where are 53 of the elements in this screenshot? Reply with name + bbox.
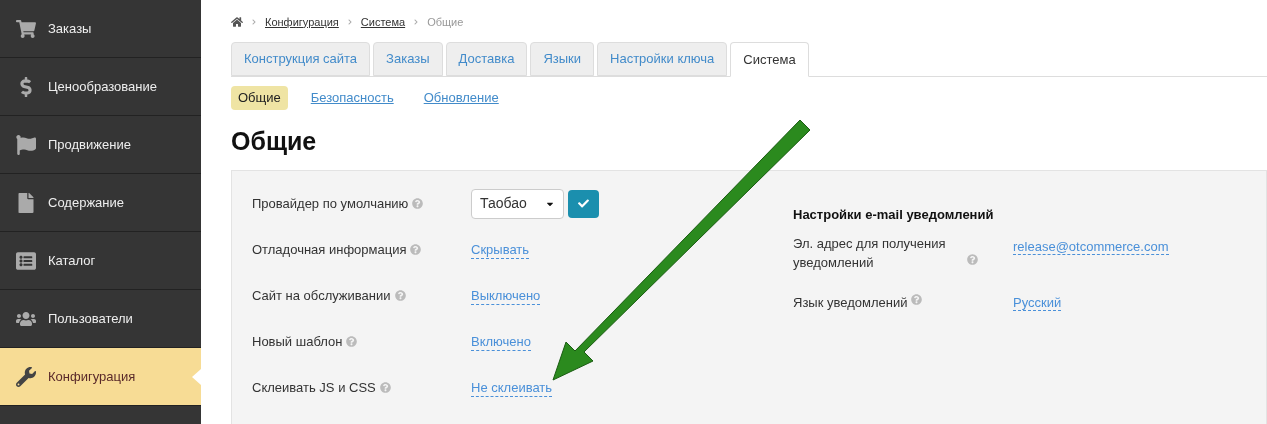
sidebar-item[interactable]: Каталог [0, 232, 201, 290]
tab[interactable]: Языки [530, 42, 595, 76]
setting-label: Язык уведомлений [793, 294, 908, 312]
provider-select[interactable]: Таобао [471, 188, 564, 219]
setting-label: Провайдер по умолчанию [252, 195, 409, 211]
page-heading: Общие [231, 125, 318, 156]
sidebar-item[interactable]: Содержание [0, 174, 201, 232]
tab[interactable]: Конструкция сайта [231, 42, 371, 76]
subtab[interactable]: Обновление [416, 86, 506, 110]
value-link[interactable]: Выключено [471, 286, 541, 305]
help-icon [346, 335, 358, 347]
file-icon [16, 192, 36, 213]
setting-label: Склеивать JS и CSS [252, 379, 376, 395]
help-icon [379, 381, 391, 393]
subtab[interactable]: Общие [231, 86, 288, 110]
help-icon [967, 254, 978, 265]
breadcrumb-current: Общие [427, 14, 464, 30]
help-icon [410, 243, 422, 255]
chevron-icon [346, 19, 353, 25]
chevron-icon [413, 19, 420, 25]
sidebar-item[interactable]: Продвижение [0, 116, 201, 174]
flag-icon [16, 134, 36, 155]
sidebar-item[interactable]: Заказы [0, 0, 201, 58]
confirm-button[interactable] [568, 189, 599, 218]
home-icon[interactable] [231, 16, 243, 28]
list-icon [16, 250, 36, 271]
setting-label: Сайт на обслуживании [252, 287, 391, 303]
subtab[interactable]: Безопасность [303, 86, 401, 110]
value-link[interactable]: Не склеивать [471, 378, 553, 397]
value-link[interactable]: release@otcommerce.com [1013, 239, 1169, 255]
breadcrumb-link[interactable]: Конфигурация [265, 13, 339, 31]
help-icon [911, 294, 923, 305]
tab[interactable]: Заказы [373, 42, 443, 76]
sidebar-item[interactable]: Конфигурация [0, 348, 201, 406]
pointer-notch [192, 369, 201, 385]
breadcrumb-link[interactable]: Система [360, 13, 406, 31]
help-icon [394, 289, 406, 301]
chevron-icon [251, 19, 257, 25]
cart-icon [16, 18, 36, 39]
help-icon [412, 197, 424, 209]
sidebar-item[interactable]: Ценообразование [0, 58, 201, 116]
check-icon [578, 198, 589, 209]
wrench-icon [16, 366, 36, 387]
value-link[interactable]: Скрывать [471, 240, 530, 259]
tab[interactable]: Доставка [445, 42, 528, 76]
value-link[interactable]: Включено [471, 332, 531, 351]
tab[interactable]: Настройки ключа [597, 42, 728, 76]
setting-label: Эл. адрес для получения уведомлений [793, 235, 947, 272]
section-title: Настройки e-mail уведомлений [793, 205, 995, 224]
setting-label: Новый шаблон [252, 333, 343, 349]
value-link[interactable]: Русский [1013, 295, 1062, 311]
setting-label: Отладочная информация [252, 241, 407, 257]
tab[interactable]: Система [730, 42, 809, 77]
